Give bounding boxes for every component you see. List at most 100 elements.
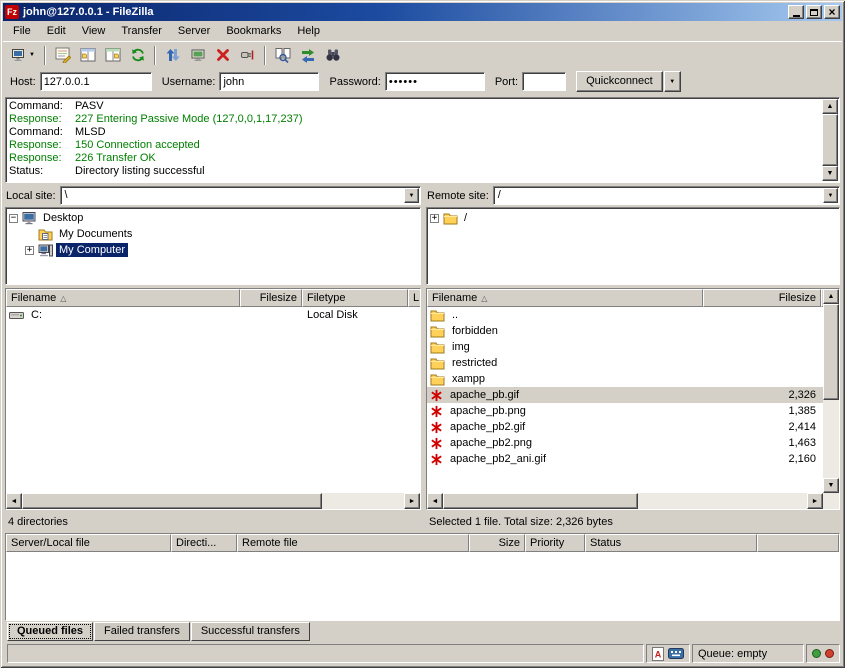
message-log-scrollbar[interactable]: ▲ ▼	[822, 99, 838, 181]
tree-item-label[interactable]: /	[461, 211, 470, 225]
refresh-button[interactable]	[125, 44, 150, 67]
quickconnect-button[interactable]: Quickconnect	[576, 71, 663, 92]
scroll-down-button[interactable]: ▼	[823, 478, 839, 493]
menu-help[interactable]: Help	[289, 22, 328, 40]
menu-transfer[interactable]: Transfer	[113, 22, 170, 40]
file-name-cell: C:	[6, 309, 240, 321]
log-line-text: PASV	[75, 100, 104, 113]
scrollbar-thumb[interactable]	[22, 493, 322, 509]
remote-file-row[interactable]: ..	[427, 307, 823, 323]
local-pane: Local site: \ ▼ − Desktop My Documents + My …	[5, 185, 421, 530]
tree-expander[interactable]: +	[25, 246, 34, 255]
find-files-button[interactable]	[320, 44, 345, 67]
remote-horizontal-scrollbar[interactable]: ◄ ►	[427, 493, 823, 509]
scrollbar-track[interactable]	[823, 400, 839, 478]
scroll-up-button[interactable]: ▲	[822, 99, 838, 114]
site-manager-button[interactable]: ▼	[6, 44, 40, 67]
scroll-right-button[interactable]: ►	[807, 493, 823, 509]
scrollbar-thumb[interactable]	[822, 114, 838, 166]
local-column-header[interactable]: Filetype	[302, 289, 408, 307]
remote-file-row[interactable]: apache_pb2.png1,463	[427, 435, 823, 451]
local-tree-icon	[80, 47, 96, 63]
remote-file-row[interactable]: apache_pb2_ani.gif2,160	[427, 451, 823, 467]
local-site-dropdown-button[interactable]: ▼	[404, 188, 419, 203]
menu-file[interactable]: File	[5, 22, 39, 40]
local-site-label: Local site:	[6, 190, 56, 202]
queue-column-header[interactable]: Remote file	[237, 534, 469, 552]
local-horizontal-scrollbar[interactable]: ◄ ►	[6, 493, 420, 509]
tab-queued-files[interactable]: Queued files	[7, 622, 93, 641]
username-input[interactable]	[219, 72, 319, 91]
remote-site-combobox[interactable]: / ▼	[493, 186, 840, 205]
local-column-header[interactable]: Filename△	[6, 289, 240, 307]
remote-vertical-scrollbar[interactable]: ▲ ▼	[823, 289, 839, 493]
synchronized-browsing-button[interactable]	[295, 44, 320, 67]
quickconnect-dropdown-button[interactable]: ▼	[664, 71, 681, 92]
port-input[interactable]	[522, 72, 566, 91]
disconnect-button[interactable]	[235, 44, 260, 67]
scroll-left-button[interactable]: ◄	[6, 493, 22, 509]
remote-column-header[interactable]: Filesize	[703, 289, 821, 307]
maximize-button[interactable]	[806, 5, 822, 19]
scrollbar-thumb[interactable]	[443, 493, 638, 509]
queue-column-header[interactable]: Directi...	[171, 534, 237, 552]
host-input[interactable]	[40, 72, 152, 91]
scroll-left-button[interactable]: ◄	[427, 493, 443, 509]
local-column-header[interactable]: Filesize	[240, 289, 302, 307]
toggle-remote-tree-button[interactable]	[100, 44, 125, 67]
tree-item-label[interactable]: Desktop	[40, 211, 86, 225]
tree-expander[interactable]: −	[9, 214, 18, 223]
remote-file-row[interactable]: restricted	[427, 355, 823, 371]
local-column-header[interactable]: L	[408, 289, 420, 307]
remote-file-row[interactable]: forbidden	[427, 323, 823, 339]
file-name-cell: apache_pb2.png	[427, 437, 703, 450]
remote-file-row[interactable]: xampp	[427, 371, 823, 387]
close-icon: ×	[828, 7, 835, 17]
column-header-label: Filename	[11, 292, 56, 304]
title-bar[interactable]: Fz john@127.0.0.1 - FileZilla ×	[3, 3, 842, 21]
menu-view[interactable]: View	[74, 22, 114, 40]
tree-item-label[interactable]: My Computer	[56, 243, 128, 257]
scrollbar-track[interactable]	[638, 493, 807, 509]
minimize-button[interactable]	[788, 5, 804, 19]
menu-edit[interactable]: Edit	[39, 22, 74, 40]
tree-item-label[interactable]: My Documents	[56, 227, 135, 241]
toggle-queue-button[interactable]	[185, 44, 210, 67]
remote-file-row[interactable]: apache_pb.png1,385	[427, 403, 823, 419]
log-line-text: MLSD	[75, 126, 106, 139]
queue-column-header[interactable]: Server/Local file	[6, 534, 171, 552]
remote-site-dropdown-button[interactable]: ▼	[823, 188, 838, 203]
toggle-message-log-button[interactable]	[50, 44, 75, 67]
directory-comparison-button[interactable]	[270, 44, 295, 67]
remote-file-row[interactable]: apache_pb.gif2,326	[427, 387, 823, 403]
remote-file-row[interactable]: apache_pb2.gif2,414	[427, 419, 823, 435]
cancel-button[interactable]	[210, 44, 235, 67]
tab-failed-transfers[interactable]: Failed transfers	[94, 622, 190, 641]
scrollbar-track[interactable]	[322, 493, 404, 509]
remote-tree-item[interactable]: +/	[427, 210, 839, 226]
file-name-cell: apache_pb.png	[427, 405, 703, 418]
tab-successful-transfers[interactable]: Successful transfers	[191, 622, 310, 641]
local-file-row[interactable]: C:Local Disk	[6, 307, 420, 323]
scroll-up-button[interactable]: ▲	[823, 289, 839, 304]
queue-column-header[interactable]: Priority	[525, 534, 585, 552]
scrollbar-thumb[interactable]	[823, 304, 839, 400]
scroll-right-button[interactable]: ►	[404, 493, 420, 509]
menu-bookmarks[interactable]: Bookmarks	[218, 22, 289, 40]
remote-column-header[interactable]: Filename△	[427, 289, 703, 307]
password-input[interactable]	[385, 72, 485, 91]
tree-expander[interactable]: +	[430, 214, 439, 223]
local-tree-item[interactable]: − Desktop	[6, 210, 420, 226]
local-site-combobox[interactable]: \ ▼	[60, 186, 421, 205]
activity-indicator-panel	[806, 644, 840, 663]
local-tree-item[interactable]: My Documents	[6, 226, 420, 242]
scroll-down-button[interactable]: ▼	[822, 166, 838, 181]
menu-server[interactable]: Server	[170, 22, 218, 40]
toggle-local-tree-button[interactable]	[75, 44, 100, 67]
close-button[interactable]: ×	[824, 5, 840, 19]
process-queue-button[interactable]	[160, 44, 185, 67]
queue-column-header[interactable]: Size	[469, 534, 525, 552]
remote-file-row[interactable]: img	[427, 339, 823, 355]
queue-column-header[interactable]: Status	[585, 534, 757, 552]
local-tree-item[interactable]: + My Computer	[6, 242, 420, 258]
